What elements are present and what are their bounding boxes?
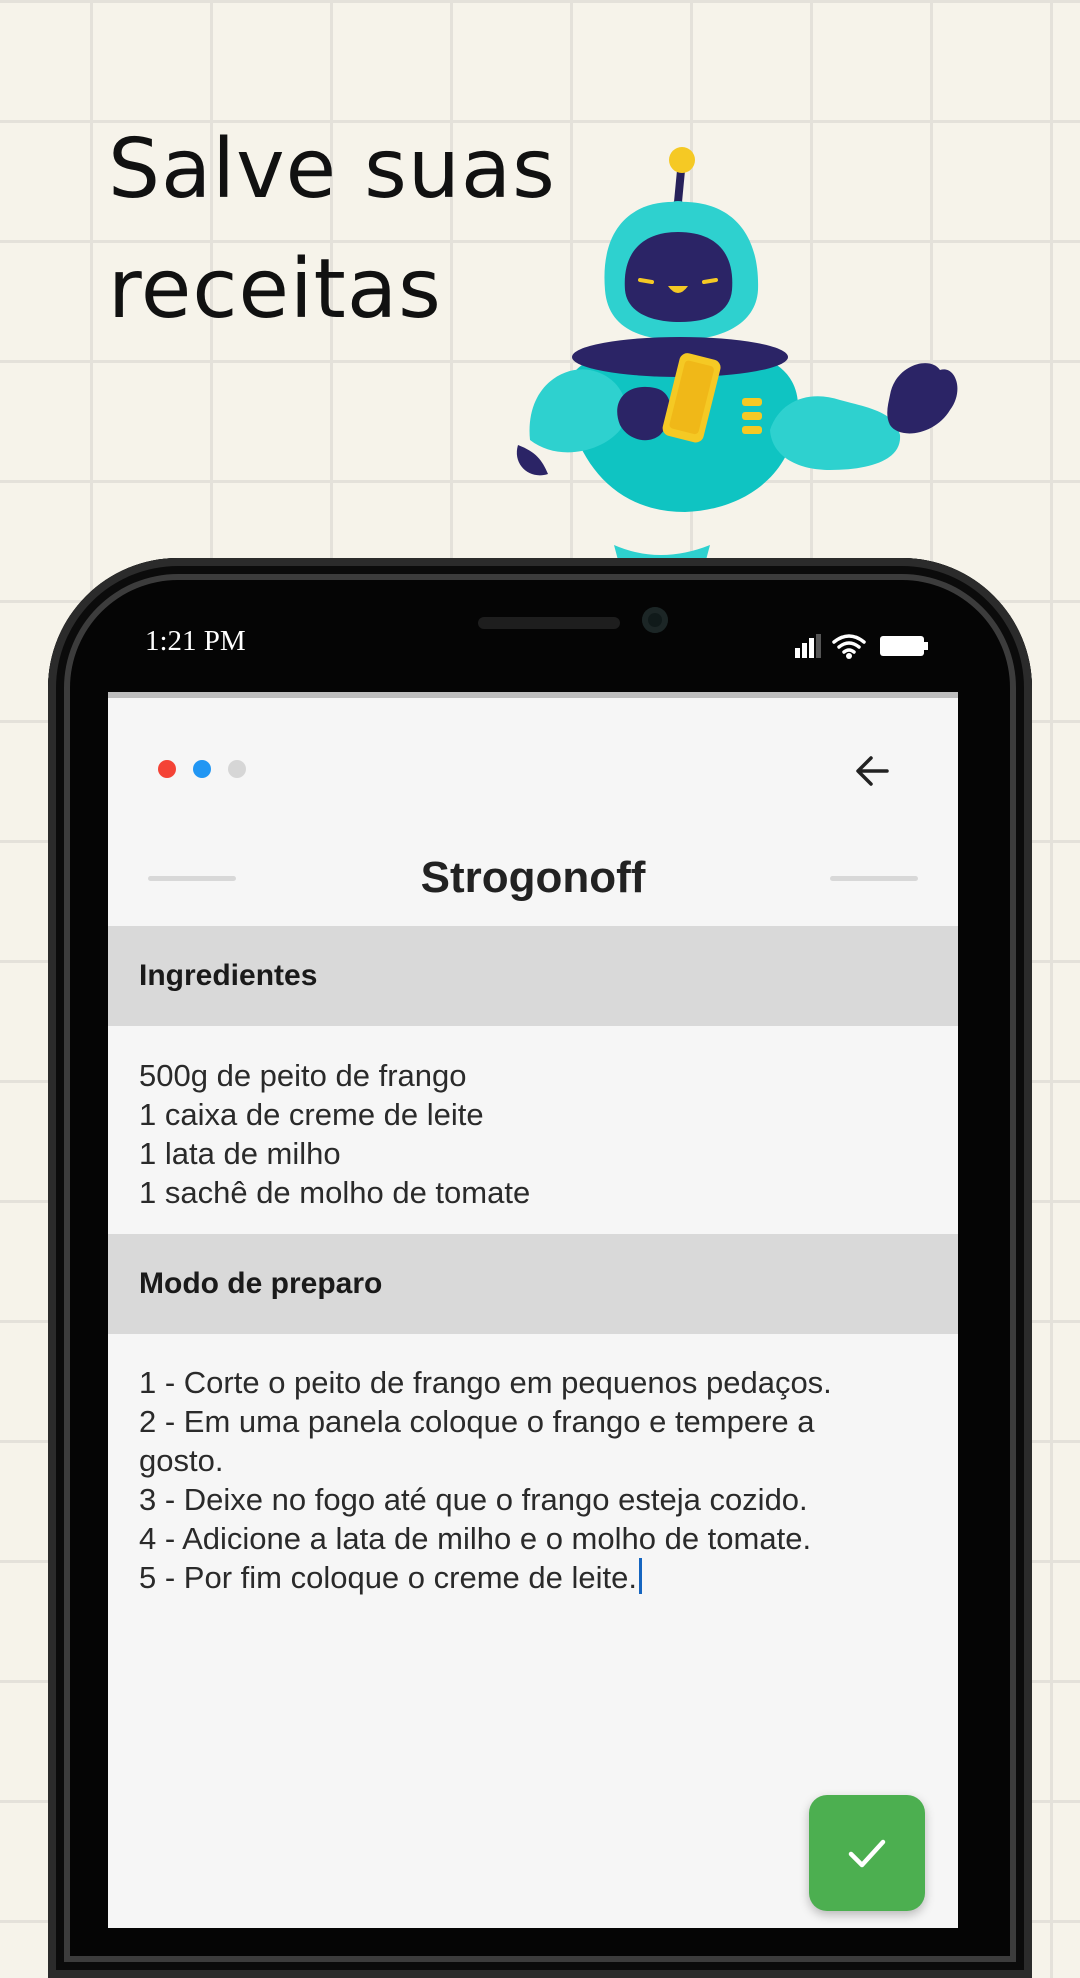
blue-dot xyxy=(193,760,211,778)
preparation-text[interactable]: 1 - Corte o peito de frango em pequenos … xyxy=(139,1363,939,1597)
preparation-line: 4 - Adicione a lata de milho e o molho d… xyxy=(139,1521,812,1556)
preparation-header-label: Modo de preparo xyxy=(139,1267,383,1300)
preparation-line: 2 - Em uma panela coloque o frango e tem… xyxy=(139,1404,815,1439)
wifi-icon xyxy=(832,634,866,654)
phone-camera xyxy=(642,607,668,633)
save-button[interactable] xyxy=(809,1795,925,1911)
arrow-left-icon xyxy=(856,756,889,786)
ingredient-line: 1 caixa de creme de leite xyxy=(139,1097,484,1132)
title-divider-right xyxy=(830,876,918,881)
page-indicator-dots xyxy=(158,760,246,778)
preparation-line: 3 - Deixe no fogo até que o frango estej… xyxy=(139,1482,808,1517)
ingredients-header: Ingredientes xyxy=(108,926,958,1026)
battery-icon xyxy=(880,636,928,656)
preparation-line-text: 5 - Por fim coloque o creme de leite. xyxy=(139,1560,637,1595)
ingredient-line: 1 lata de milho xyxy=(139,1136,341,1171)
headline-line-2: receitas xyxy=(108,242,442,337)
red-dot xyxy=(158,760,176,778)
preparation-header: Modo de preparo xyxy=(108,1234,958,1334)
ingredients-text[interactable]: 500g de peito de frango 1 caixa de creme… xyxy=(139,1056,939,1212)
status-time: 1:21 PM xyxy=(145,625,246,657)
preparation-line: gosto. xyxy=(139,1443,224,1478)
check-icon xyxy=(848,1839,886,1868)
text-cursor xyxy=(638,1558,642,1594)
gray-dot xyxy=(228,760,246,778)
ingredient-line: 1 sachê de molho de tomate xyxy=(139,1175,531,1210)
preparation-line-last: 5 - Por fim coloque o creme de leite. xyxy=(139,1558,939,1597)
headline-line-1: Salve suas xyxy=(108,122,556,217)
status-icons xyxy=(795,634,928,659)
back-button[interactable] xyxy=(838,736,908,806)
ingredients-header-label: Ingredientes xyxy=(139,959,318,992)
preparation-line: 1 - Corte o peito de frango em pequenos … xyxy=(139,1365,832,1400)
ingredient-line: 500g de peito de frango xyxy=(139,1058,467,1093)
app-screen: Strogonoff Ingredientes 500g de peito de… xyxy=(108,692,958,1928)
phone-speaker xyxy=(478,617,620,629)
robot-mascot-illustration xyxy=(516,147,958,600)
recipe-title-row: Strogonoff xyxy=(108,838,958,918)
signal-icon xyxy=(795,634,821,658)
